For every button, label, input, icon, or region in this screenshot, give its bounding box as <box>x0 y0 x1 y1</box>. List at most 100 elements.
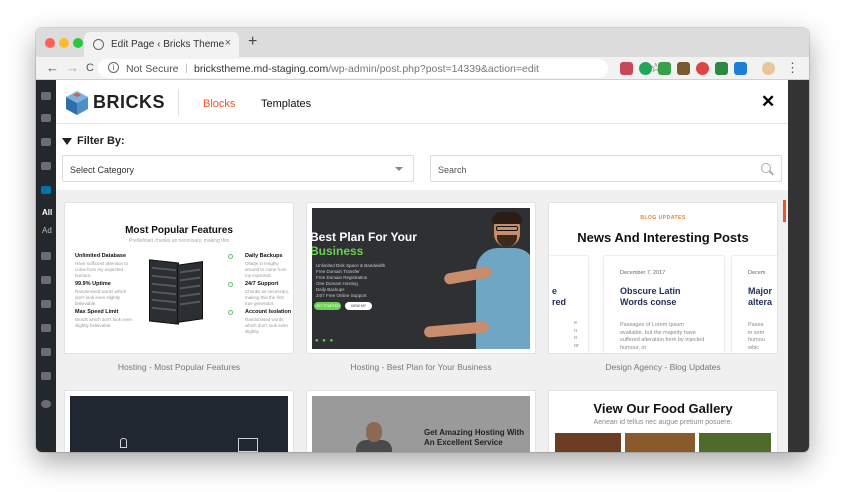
person-hair <box>492 212 522 224</box>
feature-title: 99.9% Uptime <box>75 281 111 287</box>
tab-title: Edit Page ‹ Bricks Theme — W <box>111 39 225 50</box>
extension-icon[interactable] <box>620 62 633 75</box>
users-icon[interactable] <box>41 324 51 332</box>
appearance-icon[interactable] <box>41 276 51 284</box>
collapse-icon[interactable] <box>41 400 51 408</box>
search-icon[interactable] <box>761 163 771 173</box>
media-icon[interactable] <box>41 162 51 170</box>
sidebar-item-add[interactable]: Ad <box>42 226 52 235</box>
plugins-icon[interactable] <box>41 300 51 308</box>
server-rack-image <box>177 261 203 323</box>
search-input[interactable]: Search <box>430 155 782 182</box>
chevron-down-icon <box>395 167 403 171</box>
post-excerpt: Passa in som humou whic <box>748 322 765 351</box>
bricks-logo-text: BRICKS <box>93 92 166 112</box>
tab-strip: Edit Page ‹ Bricks Theme — W × + <box>36 28 809 57</box>
wordpress-icon <box>93 39 104 50</box>
maximize-window-button[interactable] <box>73 38 83 48</box>
avatar[interactable] <box>762 62 775 75</box>
address-bar[interactable]: i Not Secure | brickstheme.md-staging.co… <box>98 59 662 78</box>
wp-admin-sidebar: All Ad <box>36 80 56 452</box>
post-title: Major altera <box>748 286 773 307</box>
server-rack-image <box>149 259 179 325</box>
food-image <box>625 433 695 452</box>
forward-button[interactable]: → <box>66 60 79 75</box>
block-card[interactable]: Get Amazing Hosting With An Excellent Se… <box>306 390 536 452</box>
search-placeholder: Search <box>438 165 467 175</box>
feature-title: Account Isolation <box>245 309 292 315</box>
block-card-blog-updates[interactable]: BLOG UPDATES News And Interesting Posts … <box>548 202 778 354</box>
preview-tag: BLOG UPDATES <box>640 215 686 221</box>
browser-tab[interactable]: Edit Page ‹ Bricks Theme — W × <box>84 32 239 57</box>
back-button[interactable]: ← <box>46 60 59 75</box>
preview-title-line2: Business <box>312 244 364 258</box>
extension-icon[interactable] <box>677 62 690 75</box>
preview-title: Most Popular Features <box>125 225 233 236</box>
security-status: Not Secure <box>126 63 179 75</box>
person-glasses <box>496 226 518 231</box>
filter-label: Filter By: <box>77 135 125 147</box>
post-date: December 7, 2017 <box>620 270 666 276</box>
minimize-window-button[interactable] <box>59 38 69 48</box>
grammarly-icon[interactable] <box>639 62 652 75</box>
preview-title: Get Amazing Hosting With An Excellent Se… <box>424 428 525 447</box>
preview-title: Best Plan For Your Business <box>312 230 417 258</box>
browser-menu-icon[interactable]: ⋮ <box>786 60 799 76</box>
block-card-hosting-features[interactable]: Most Popular Features Predefined chunks … <box>64 202 294 354</box>
hashtag-icon[interactable] <box>734 62 747 75</box>
feature-desc: Chunks as necessary, making this the fir… <box>245 289 289 306</box>
pages-icon[interactable] <box>41 186 51 194</box>
new-tab-button[interactable]: + <box>248 33 257 51</box>
close-window-button[interactable] <box>45 38 55 48</box>
comments-icon[interactable] <box>41 252 51 260</box>
category-select[interactable]: Select Category <box>62 155 414 182</box>
block-card-best-plan[interactable]: Best Plan For Your Business Unlimited Dis… <box>306 202 536 354</box>
tab-templates[interactable]: Templates <box>261 98 311 110</box>
modal-header: BRICKS Blocks Templates ✕ <box>56 80 788 124</box>
tab-blocks[interactable]: Blocks <box>203 98 235 110</box>
wp-admin-side-panel <box>788 80 809 452</box>
feature-list-item: Free Domain Registration <box>316 275 368 280</box>
isolation-icon <box>228 310 233 315</box>
preview-title: News And Interesting Posts <box>577 230 749 245</box>
info-icon[interactable]: i <box>108 62 119 73</box>
bricks-modal: BRICKS Blocks Templates ✕ Filter By: Sel… <box>56 80 788 452</box>
backup-icon <box>228 254 233 259</box>
blog-post-card: Decem Major altera Passa in som humou wh… <box>731 255 777 353</box>
settings-icon[interactable] <box>41 372 51 380</box>
url-host: brickstheme.md-staging.com <box>194 63 329 75</box>
monitor-icon <box>238 438 258 452</box>
block-card[interactable] <box>64 390 294 452</box>
feature-title: Max Speed Limit <box>75 309 119 315</box>
browser-window: Edit Page ‹ Bricks Theme — W × + ← → C i… <box>36 28 809 452</box>
url-path: /wp-admin/post.php?post=14339&action=edi… <box>328 63 539 75</box>
get-started-button: GET STARTED <box>314 302 341 310</box>
preview-subtitle: Predefined chunks as necessary, making t… <box>129 238 229 244</box>
tab-close-icon[interactable]: × <box>225 37 231 49</box>
chrome-icon[interactable] <box>696 62 709 75</box>
close-icon[interactable]: ✕ <box>761 92 775 112</box>
category-select-value: Select Category <box>70 165 135 175</box>
person-head <box>366 422 382 442</box>
scrollbar-thumb[interactable] <box>783 200 786 222</box>
support-icon <box>228 282 233 287</box>
feature-title: Daily Backups <box>245 253 283 259</box>
sidebar-item-all[interactable]: All <box>42 208 52 217</box>
tools-icon[interactable] <box>41 348 51 356</box>
reload-button[interactable]: C <box>86 62 94 74</box>
blog-post-card: December 7, 2017 Obscure Latin Words con… <box>603 255 725 353</box>
preview-subtitle: Aenean id tellus nec augue pretium posue… <box>593 419 733 426</box>
feature-list-item: 24/7 Free Online Support <box>316 293 367 298</box>
extension-icon[interactable] <box>658 62 671 75</box>
feature-list-item: Free Domain Transfer <box>316 269 360 274</box>
filter-heading: Filter By: <box>62 135 125 147</box>
dashboard-icon[interactable] <box>41 114 51 122</box>
preview-hero: Get Amazing Hosting With An Excellent Se… <box>312 396 530 452</box>
block-card-food-gallery[interactable]: View Our Food Gallery Aenean id tellus n… <box>548 390 778 452</box>
block-card-caption: Hosting - Most Popular Features <box>117 362 241 372</box>
browser-toolbar: ← → C i Not Secure | brickstheme.md-stag… <box>36 57 809 80</box>
pin-icon[interactable] <box>41 138 51 146</box>
food-image <box>555 433 621 452</box>
wordpress-icon[interactable] <box>41 92 51 100</box>
extension-icon[interactable] <box>715 62 728 75</box>
